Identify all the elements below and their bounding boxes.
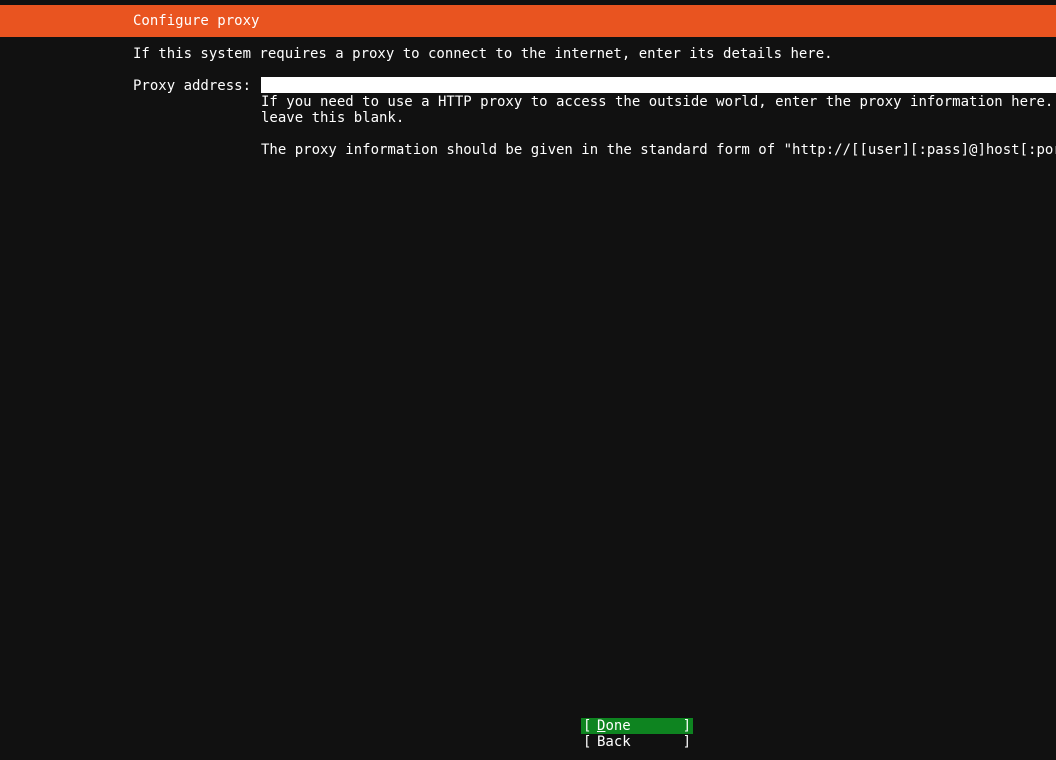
done-left-bracket: [ <box>583 718 592 734</box>
header-bar: Configure proxy <box>0 5 1056 37</box>
back-button[interactable]: [ Back ] <box>581 734 693 750</box>
proxy-help-text-line1: If you need to use a HTTP proxy to acces… <box>261 94 1056 110</box>
done-right-bracket: ] <box>682 718 691 734</box>
proxy-help-text-line2: leave this blank. <box>261 110 405 126</box>
back-button-label: Back <box>597 734 631 750</box>
page-title: Configure proxy <box>133 13 260 29</box>
proxy-address-label: Proxy address: <box>133 78 252 94</box>
proxy-help-format-text: The proxy information should be given in… <box>261 142 1056 158</box>
done-button[interactable]: [ Done ] <box>581 718 693 734</box>
back-left-bracket: [ <box>583 734 592 750</box>
done-button-label: Done <box>597 718 631 734</box>
back-right-bracket: ] <box>682 734 691 750</box>
intro-text: If this system requires a proxy to conne… <box>133 46 833 62</box>
proxy-address-input[interactable] <box>261 77 1056 93</box>
